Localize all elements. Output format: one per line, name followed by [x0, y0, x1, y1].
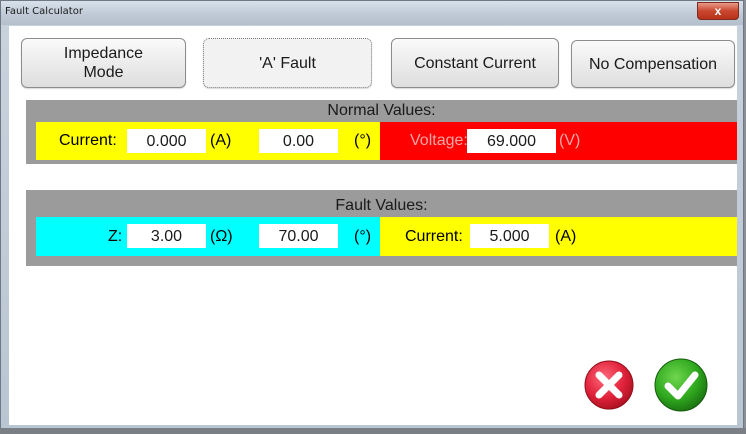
- normal-values-panel: Normal Values: Current: 0.000 (A) 0.00 (…: [26, 100, 737, 164]
- fault-impedance-section: Z: 3.00 (Ω) 70.00 (°): [36, 217, 380, 256]
- normal-voltage-section: Voltage: 69.000 (V): [380, 122, 737, 160]
- normal-voltage-label: Voltage:: [410, 132, 468, 149]
- fault-calculator-window: Fault Calculator x Impedance Mode 'A' Fa…: [0, 0, 744, 432]
- window-title: Fault Calculator: [5, 6, 83, 17]
- a-fault-button[interactable]: 'A' Fault: [203, 38, 372, 88]
- normal-current-input[interactable]: 0.000: [127, 129, 206, 153]
- content-area: Impedance Mode 'A' Fault Constant Curren…: [9, 26, 737, 425]
- fault-current-section: Current: 5.000 (A): [380, 217, 737, 256]
- fault-z-unit: (Ω): [210, 228, 233, 245]
- ok-button[interactable]: [653, 357, 709, 413]
- ok-check-icon: [654, 358, 708, 412]
- impedance-mode-button[interactable]: Impedance Mode: [21, 38, 186, 88]
- title-bar[interactable]: Fault Calculator x: [1, 1, 743, 25]
- normal-angle-input[interactable]: 0.00: [259, 129, 338, 153]
- fault-values-title: Fault Values:: [335, 197, 428, 214]
- normal-values-title: Normal Values:: [327, 102, 436, 119]
- normal-voltage-unit: (V): [559, 132, 581, 149]
- cancel-button[interactable]: [583, 359, 635, 411]
- fault-z-label: Z:: [108, 228, 123, 245]
- close-button[interactable]: x: [697, 2, 739, 20]
- fault-z-input[interactable]: 3.00: [127, 224, 206, 248]
- taskbar-strip: [0, 428, 746, 434]
- constant-current-label: Constant Current: [414, 54, 536, 72]
- no-compensation-button[interactable]: No Compensation: [571, 40, 735, 88]
- a-fault-label: 'A' Fault: [259, 54, 316, 72]
- normal-current-section: Current: 0.000 (A) 0.00 (°): [36, 122, 380, 160]
- normal-current-unit: (A): [210, 132, 232, 149]
- no-compensation-label: No Compensation: [588, 55, 718, 73]
- normal-voltage-input[interactable]: 69.000: [467, 129, 556, 153]
- constant-current-button[interactable]: Constant Current: [391, 38, 559, 88]
- cancel-x-icon: [584, 360, 634, 410]
- close-icon: x: [714, 4, 722, 18]
- impedance-mode-label: Impedance Mode: [63, 45, 144, 81]
- normal-current-label: Current:: [59, 132, 117, 149]
- fault-current-input[interactable]: 5.000: [470, 224, 549, 248]
- fault-current-label: Current:: [405, 228, 463, 245]
- fault-angle-input[interactable]: 70.00: [259, 224, 338, 248]
- fault-values-panel: Fault Values: Z: 3.00 (Ω) 70.00 (°) Curr…: [26, 190, 737, 266]
- fault-angle-unit: (°): [354, 228, 372, 245]
- fault-current-unit: (A): [555, 228, 577, 245]
- normal-angle-unit: (°): [354, 132, 372, 149]
